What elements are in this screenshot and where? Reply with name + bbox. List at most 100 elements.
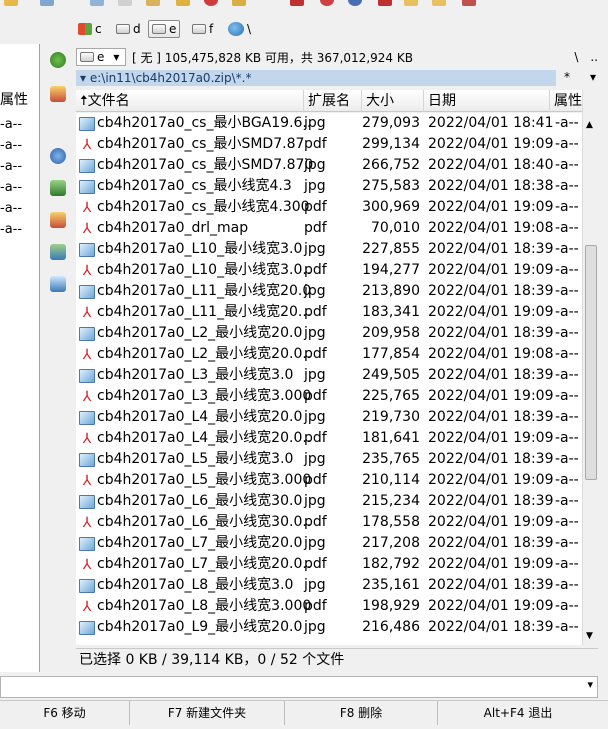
table-row[interactable]: ⅄ cb4h2017a0_L4_最小线宽20.0.. pdf 181,641 2022/… [76, 428, 582, 449]
table-row[interactable]: cb4h2017a0_L3_最小线宽3.0 jpg 249,505 2022/04/0… [76, 365, 582, 386]
table-row[interactable]: ⅄ cb4h2017a0_cs_最小SMD7.87 pdf 299,134 2022/0… [76, 134, 582, 155]
column-name[interactable]: 🠅文件名 [76, 90, 304, 112]
drive-button-network[interactable]: \ [228, 20, 251, 38]
parent-dir-button[interactable]: .. [590, 50, 598, 64]
toolbar-doc-icon[interactable] [118, 0, 132, 6]
column-date[interactable]: 日期 [424, 90, 550, 112]
file-size-cell: 198,929 [362, 598, 420, 614]
toolbar-copy-icon[interactable] [40, 0, 54, 6]
pdf-file-icon: ⅄ [82, 599, 92, 615]
toolbar-key-icon[interactable] [232, 0, 246, 6]
command-line-input[interactable]: ▾ [0, 676, 598, 698]
toolbar-dir-icon[interactable] [404, 0, 418, 6]
notepad-icon[interactable] [50, 86, 66, 102]
chevron-down-icon[interactable]: ▾ [587, 678, 593, 691]
excel-icon[interactable] [50, 180, 66, 196]
table-row[interactable]: cb4h2017a0_L5_最小线宽3.0 jpg 235,765 2022/04/0… [76, 449, 582, 470]
vertical-button-bar [44, 44, 72, 664]
toolbar-info-icon[interactable] [348, 0, 362, 6]
toolbar-stop-icon[interactable] [204, 0, 218, 6]
hard-drive-icon [116, 24, 130, 34]
drive-label: e [169, 22, 177, 36]
file-attr-cell: -a-- [555, 178, 579, 194]
table-row[interactable]: cb4h2017a0_L7_最小线宽20.0 jpg 217,208 2022/04/… [76, 533, 582, 554]
f8-delete-button[interactable]: F8 删除 [285, 701, 438, 725]
table-row[interactable]: cb4h2017a0_cs_最小SMD7.870 jpg 266,752 2022/0… [76, 155, 582, 176]
network-icon[interactable] [50, 244, 66, 260]
file-ext-cell: pdf [304, 430, 327, 446]
toolbar-cancel-icon[interactable] [320, 0, 334, 6]
sort-up-icon: 🠅 [80, 93, 88, 109]
vertical-scrollbar[interactable]: ▲ ▼ [582, 90, 598, 645]
toolbar-tools-icon[interactable] [432, 0, 446, 6]
image-icon[interactable] [50, 276, 66, 292]
notepad-icon[interactable] [50, 212, 66, 228]
toolbar-find-icon[interactable] [176, 0, 190, 6]
table-row[interactable]: ⅄ cb4h2017a0_cs_最小线宽4.300 pdf 300,969 2022/0… [76, 197, 582, 218]
table-row[interactable]: cb4h2017a0_cs_最小BGA19.6.. jpg 279,093 2022/… [76, 113, 582, 134]
file-size-cell: 249,505 [362, 367, 420, 383]
status-bar: 已选择 0 KB / 39,114 KB，0 / 52 个文件 [76, 648, 598, 670]
toolbar-ftp-icon[interactable] [378, 0, 392, 6]
file-name-cell: cb4h2017a0_L11_最小线宽20... [97, 304, 312, 320]
scroll-down-icon[interactable]: ▼ [586, 631, 593, 641]
column-ext[interactable]: 扩展名 [304, 90, 362, 112]
table-row[interactable]: cb4h2017a0_L10_最小线宽3.0 jpg 227,855 2022/04/… [76, 239, 582, 260]
file-date-cell: 2022/04/01 18:41 [428, 115, 554, 131]
file-name-cell: cb4h2017a0_cs_最小线宽4.3 [97, 178, 292, 194]
file-list[interactable]: cb4h2017a0_cs_最小BGA19.6.. jpg 279,093 2022/… [76, 113, 582, 645]
filter-label[interactable]: * [564, 70, 570, 86]
image-file-icon [79, 579, 95, 593]
file-name-cell: cb4h2017a0_L10_最小线宽3.0 [97, 241, 303, 257]
current-path[interactable]: ▾ e:\in11\cb4h2017a0.zip\*.* [76, 70, 556, 86]
users-icon[interactable] [50, 52, 66, 68]
table-row[interactable]: ⅄ cb4h2017a0_L7_最小线宽20.0.. pdf 182,792 2022/… [76, 554, 582, 575]
table-row[interactable]: ⅄ cb4h2017a0_L3_最小线宽3.000 pdf 225,765 2022/0… [76, 386, 582, 407]
left-header-attr[interactable]: 属性 [0, 90, 39, 111]
history-dropdown-icon[interactable]: ▾ [80, 71, 86, 85]
current-path-text: e:\in11\cb4h2017a0.zip\*.* [89, 71, 252, 85]
refresh-icon[interactable] [50, 148, 66, 164]
file-ext-cell: jpg [304, 325, 326, 341]
root-dir-button[interactable]: \ [574, 50, 578, 64]
f7-new-folder-button[interactable]: F7 新建文件夹 [130, 701, 285, 725]
table-row[interactable]: ⅄ cb4h2017a0_L8_最小线宽3.000 pdf 198,929 2022/0… [76, 596, 582, 617]
file-name-cell: cb4h2017a0_L5_最小线宽3.0 [97, 451, 294, 467]
scroll-up-icon[interactable]: ▲ [586, 120, 593, 130]
drive-button-f[interactable]: f [192, 20, 213, 38]
file-ext-cell: jpg [304, 577, 326, 593]
toolbar-view-icon[interactable] [90, 0, 104, 6]
table-row[interactable]: cb4h2017a0_L8_最小线宽3.0 jpg 235,161 2022/04/0… [76, 575, 582, 596]
toolbar-sync-icon[interactable] [290, 0, 304, 6]
table-row[interactable]: ⅄ cb4h2017a0_L2_最小线宽20.0.. pdf 177,854 2022/… [76, 344, 582, 365]
table-row[interactable]: ⅄ cb4h2017a0_L11_最小线宽20... pdf 183,341 2022/… [76, 302, 582, 323]
drive-button-d[interactable]: d [116, 20, 141, 38]
table-row[interactable]: cb4h2017a0_L2_最小线宽20.0 jpg 209,958 2022/04/… [76, 323, 582, 344]
drive-combo[interactable]: e ▾ [76, 48, 126, 66]
drive-button-c[interactable]: c [78, 20, 102, 38]
image-file-icon [79, 117, 95, 131]
table-row[interactable]: cb4h2017a0_L11_最小线宽20.0 jpg 213,890 2022/04… [76, 281, 582, 302]
file-size-cell: 235,161 [362, 577, 420, 593]
drive-button-e[interactable]: e [148, 20, 181, 38]
toolbar-edit-icon[interactable] [462, 0, 476, 6]
file-name-cell: cb4h2017a0_cs_最小线宽4.300 [97, 199, 310, 215]
table-row[interactable]: cb4h2017a0_cs_最小线宽4.3 jpg 275,583 2022/04/0… [76, 176, 582, 197]
table-row[interactable]: ⅄ cb4h2017a0_L6_最小线宽30.0.. pdf 178,558 2022/… [76, 512, 582, 533]
left-file-panel[interactable]: 属性 -a-- -a-- -a-- -a-- -a-- -a-- [0, 44, 40, 672]
table-row[interactable]: ⅄ cb4h2017a0_drl_map pdf 70,010 2022/04/01 1… [76, 218, 582, 239]
toolbar-pack-icon[interactable] [146, 0, 160, 6]
toolbar-folder-icon[interactable] [4, 0, 18, 6]
table-row[interactable]: cb4h2017a0_L4_最小线宽20.0 jpg 219,730 2022/04/… [76, 407, 582, 428]
table-row[interactable]: cb4h2017a0_L9_最小线宽20.0 jpg 216,486 2022/04/… [76, 617, 582, 638]
f6-move-button[interactable]: F6 移动 [0, 701, 130, 725]
table-row[interactable]: cb4h2017a0_L6_最小线宽30.0 jpg 215,234 2022/04/… [76, 491, 582, 512]
exit-button[interactable]: Alt+F4 退出 [438, 701, 598, 725]
scrollbar-thumb[interactable] [585, 245, 597, 480]
table-row[interactable]: ⅄ cb4h2017a0_L5_最小线宽3.000 pdf 210,114 2022/0… [76, 470, 582, 491]
column-header: 🠅文件名 扩展名 大小 日期 属性 [76, 90, 582, 112]
table-row[interactable]: ⅄ cb4h2017a0_L10_最小线宽3.0.. pdf 194,277 2022/… [76, 260, 582, 281]
filter-arrow-icon[interactable]: ▾ [590, 70, 596, 86]
column-size[interactable]: 大小 [362, 90, 424, 112]
file-date-cell: 2022/04/01 19:08 [428, 346, 554, 362]
